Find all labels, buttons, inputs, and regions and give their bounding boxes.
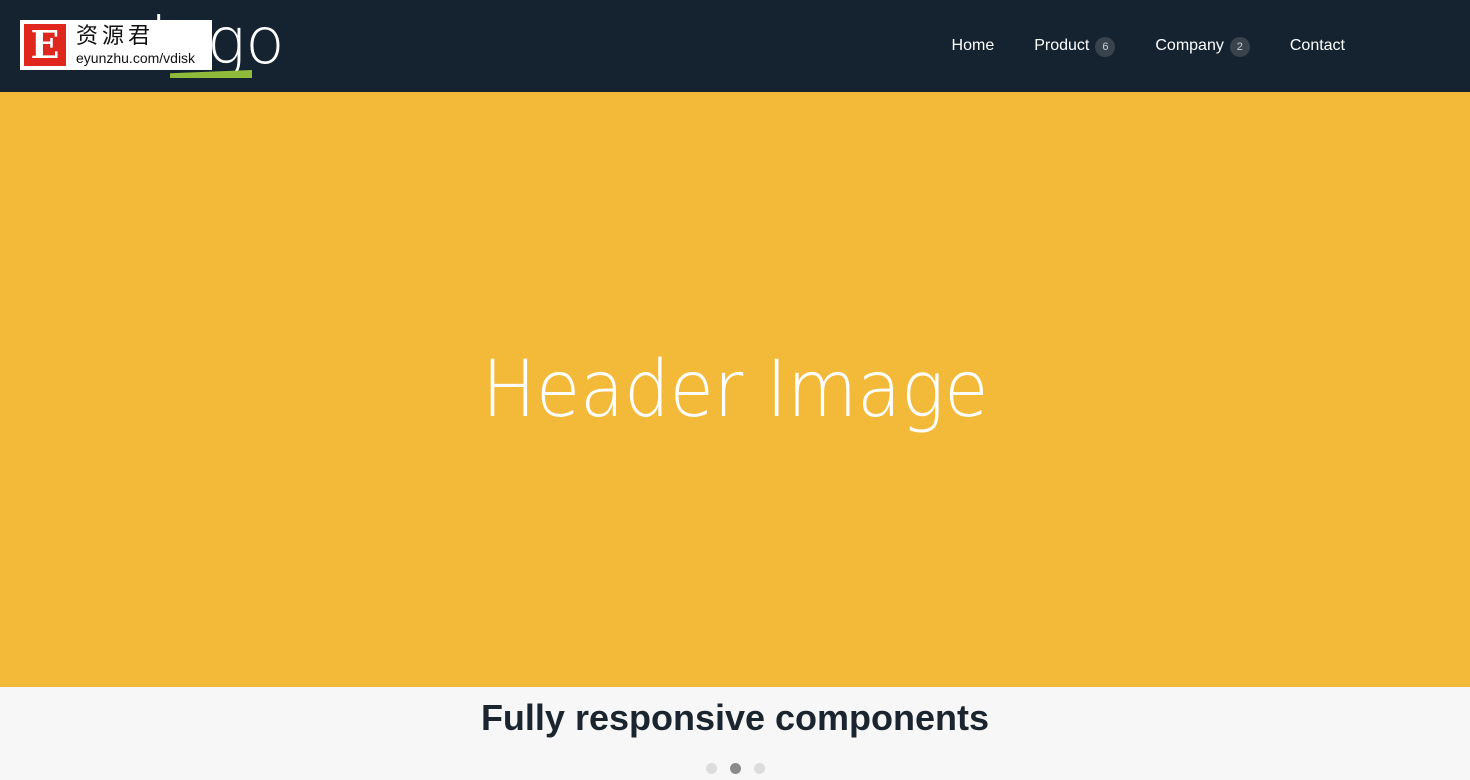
logo[interactable]: logo E 资源君 eyunzhu.com/vdisk — [20, 6, 330, 82]
nav-item-home[interactable]: Home — [952, 37, 995, 55]
carousel-dot-3[interactable] — [753, 763, 765, 774]
watermark-chinese-text: 资源君 — [76, 24, 155, 49]
nav-links: Home Product 6 Company 2 Contact — [952, 0, 1345, 92]
company-count-badge: 2 — [1229, 37, 1250, 57]
hero-header-image: Header Image — [0, 92, 1470, 687]
watermark-url: eyunzhu.com/vdisk — [76, 50, 196, 66]
carousel-dot-1[interactable] — [705, 763, 717, 774]
watermark-e-icon: E — [20, 20, 70, 70]
watermark-overlay: E 资源君 eyunzhu.com/vdisk — [20, 20, 212, 70]
caption-title: Fully responsive components — [480, 697, 990, 738]
nav-item-product[interactable]: Product 6 — [1034, 35, 1116, 57]
navbar: logo E 资源君 eyunzhu.com/vdisk Home Produc… — [0, 0, 1470, 92]
nav-item-contact[interactable]: Contact — [1290, 37, 1345, 55]
carousel-caption: Fully responsive components — [0, 687, 1470, 749]
carousel-dot-2[interactable] — [729, 763, 741, 774]
watermark-letter: E — [30, 22, 60, 67]
nav-item-label: Product — [1034, 37, 1090, 54]
nav-item-company[interactable]: Company 2 — [1155, 35, 1250, 57]
product-count-badge: 6 — [1095, 37, 1116, 57]
nav-item-label: Contact — [1289, 37, 1345, 54]
hero-title: Header Image — [481, 344, 989, 435]
nav-item-label: Company — [1155, 37, 1224, 54]
nav-item-label: Home — [951, 37, 995, 54]
carousel-indicators — [0, 763, 1470, 774]
